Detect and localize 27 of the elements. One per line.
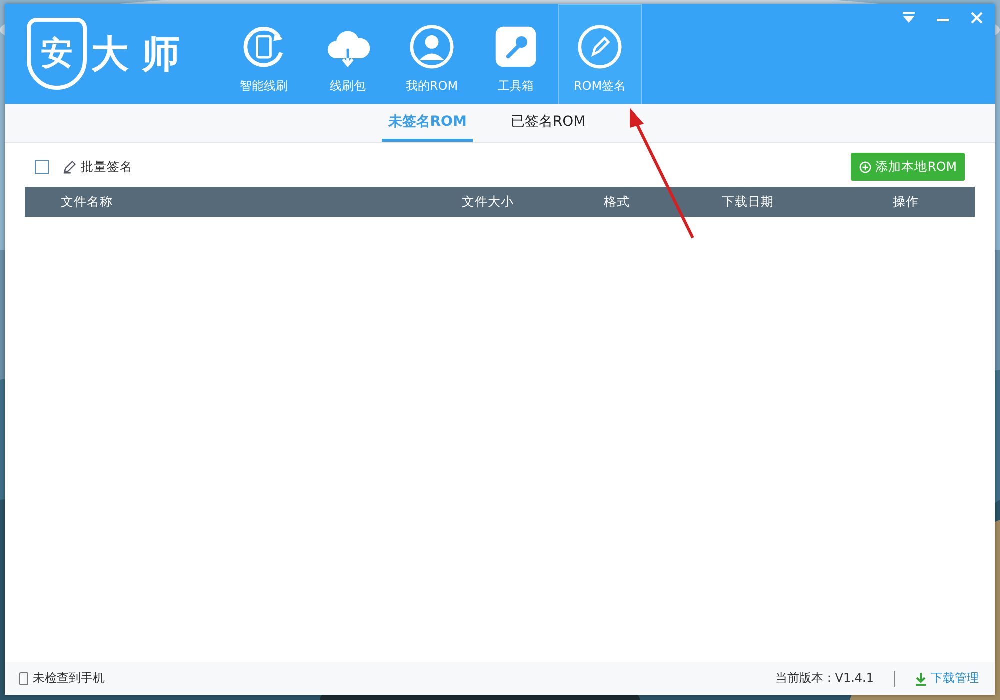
- select-all-checkbox[interactable]: [35, 160, 49, 174]
- user-icon: [409, 24, 455, 70]
- pen-icon: [577, 24, 623, 70]
- nav-tab[interactable]: 智能线刷: [222, 4, 306, 104]
- nav-tab[interactable]: ROM签名: [558, 4, 642, 104]
- column-header: 文件名称: [61, 194, 113, 210]
- version-text: 当前版本：V1.4.1: [775, 670, 874, 687]
- phone-status: 未检查到手机: [33, 670, 105, 687]
- pen-icon: [63, 160, 77, 174]
- add-local-rom-button[interactable]: 添加本地ROM: [850, 153, 965, 181]
- nav-tab[interactable]: 工具箱: [474, 4, 558, 104]
- subtab[interactable]: 未签名ROM: [382, 104, 473, 142]
- column-header: 操作: [893, 194, 919, 210]
- download-icon: [915, 672, 927, 686]
- app-name: 大 师: [91, 30, 180, 78]
- plus-circle-icon: [858, 160, 872, 174]
- batch-sign-link[interactable]: 批量签名: [81, 158, 133, 176]
- column-header: 文件大小: [462, 194, 514, 210]
- column-header: 格式: [604, 194, 630, 210]
- phone-icon: [19, 672, 29, 686]
- close-icon[interactable]: [969, 10, 985, 26]
- nav-tab[interactable]: 线刷包: [306, 4, 390, 104]
- column-header: 下载日期: [722, 194, 774, 210]
- download-manager-link[interactable]: 下载管理: [931, 670, 979, 687]
- nav-tab[interactable]: 我的ROM: [390, 4, 474, 104]
- subtab[interactable]: 已签名ROM: [504, 104, 592, 142]
- shield-logo: 安: [27, 18, 87, 90]
